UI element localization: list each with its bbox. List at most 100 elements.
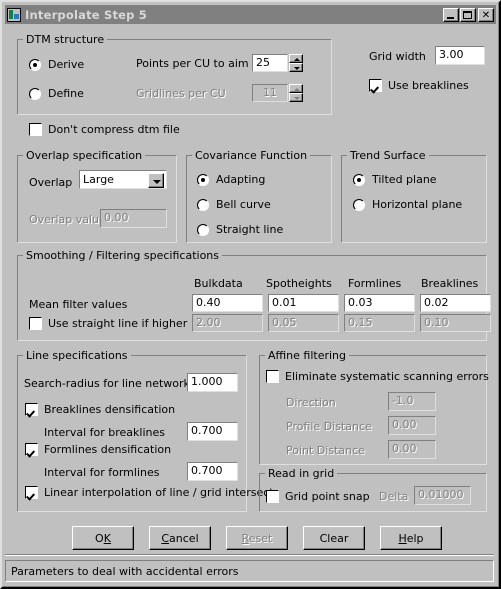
formlines-densification-checkbox[interactable] [25, 443, 38, 456]
gridlines-per-cu-input: 11 [252, 84, 288, 102]
direction-input: -1.0 [388, 392, 436, 411]
radio-define[interactable] [29, 88, 41, 100]
ok-button[interactable]: OK [72, 526, 134, 550]
dtm-structure-group [17, 39, 332, 115]
help-button[interactable]: Help [380, 526, 442, 550]
grid-point-snap-label: Grid point snap [285, 490, 370, 503]
points-per-cu-spinner[interactable] [289, 54, 303, 72]
straight-line-bulkdata-input: 2.00 [192, 314, 263, 332]
grid-point-snap-checkbox[interactable] [266, 490, 279, 503]
reset-button-post: eset [248, 531, 273, 545]
grid-width-input[interactable]: 3.00 [435, 46, 485, 65]
point-distance-label: Point Distance [286, 444, 365, 457]
straight-line-spotheights-input: 0.05 [268, 314, 339, 332]
dont-compress-checkbox[interactable] [29, 123, 42, 136]
linear-interpolation-label: Linear interpolation of line / grid inte… [44, 486, 274, 499]
radio-horizontal-plane[interactable] [353, 199, 365, 211]
overlap-dropdown[interactable]: Large [79, 170, 167, 189]
radio-tilted-plane-label: Tilted plane [372, 173, 437, 186]
column-header-breaklines: Breaklines [421, 277, 479, 290]
minimize-button[interactable] [443, 7, 459, 22]
gridlines-per-cu-spinner [289, 84, 303, 102]
mean-filter-spotheights-input[interactable]: 0.01 [268, 294, 339, 312]
column-header-spotheights: Spotheights [266, 277, 332, 290]
help-button-post: elp [406, 531, 424, 545]
overlap-value-label: Overlap value [29, 213, 106, 226]
mean-filter-formlines-input[interactable]: 0.03 [344, 294, 415, 312]
reset-button-accel: R [241, 531, 249, 545]
radio-straight-line-label: Straight line [216, 223, 284, 236]
search-radius-label: Search-radius for line networking [24, 377, 207, 390]
radio-define-label: Define [48, 87, 84, 100]
dtm-structure-legend: DTM structure [23, 34, 108, 45]
cancel-button[interactable]: Cancel [149, 526, 211, 550]
overlap-value-input: 0.00 [100, 209, 167, 228]
mean-filter-bulkdata-input[interactable]: 0.40 [192, 294, 263, 312]
interval-formlines-label: Interval for formlines [44, 466, 160, 479]
radio-horizontal-plane-label: Horizontal plane [372, 198, 463, 211]
read-in-grid-legend: Read in grid [265, 468, 338, 479]
cancel-button-post: ancel [169, 531, 199, 545]
column-header-bulkdata: Bulkdata [194, 277, 243, 290]
direction-label: Direction [286, 396, 336, 409]
radio-bell-curve[interactable] [197, 199, 209, 211]
interval-formlines-input[interactable]: 0.700 [187, 462, 238, 481]
use-breaklines-label: Use breaklines [388, 79, 469, 92]
straight-line-breaklines-input: 0.10 [420, 314, 491, 332]
profile-distance-label: Profile Distance [286, 420, 372, 433]
radio-straight-line[interactable] [197, 224, 209, 236]
ok-button-accel: K [103, 531, 111, 545]
dialog-window: Interpolate Step 5 ✕ DTM structure Deriv… [0, 0, 501, 589]
cancel-button-accel: C [161, 531, 170, 545]
points-per-cu-label: Points per CU to aim at [136, 57, 264, 70]
separator [5, 554, 494, 556]
straight-line-formlines-input: 0.15 [344, 314, 415, 332]
profile-distance-input: 0.00 [388, 416, 436, 435]
interval-breaklines-label: Interval for breaklines [44, 426, 165, 439]
window-client-area: Interpolate Step 5 ✕ DTM structure Deriv… [2, 2, 499, 587]
point-distance-input: 0.00 [388, 440, 436, 459]
reset-button: Reset [226, 526, 288, 550]
close-icon[interactable]: ✕ [478, 7, 494, 22]
ok-button-pre: O [95, 531, 104, 545]
maximize-button[interactable] [460, 7, 476, 22]
overlap-label: Overlap [29, 176, 73, 189]
clear-button[interactable]: Clear [303, 526, 365, 550]
delta-input: 0.01000 [414, 486, 471, 505]
eliminate-scanning-errors-checkbox[interactable] [266, 370, 279, 383]
radio-adapting-label: Adapting [216, 173, 266, 186]
line-specifications-legend: Line specifications [23, 350, 131, 361]
smoothing-filtering-legend: Smoothing / Filtering specifications [23, 250, 223, 261]
search-radius-input[interactable]: 1.000 [187, 373, 238, 392]
radio-derive[interactable] [29, 59, 41, 71]
radio-adapting[interactable] [197, 174, 209, 186]
column-header-formlines: Formlines [348, 277, 402, 290]
breaklines-densification-checkbox[interactable] [25, 403, 38, 416]
window-title: Interpolate Step 5 [25, 7, 147, 22]
use-straight-line-label: Use straight line if higher thar [48, 318, 191, 330]
eliminate-scanning-errors-label: Eliminate systematic scanning errors [285, 370, 489, 383]
grid-width-label: Grid width [369, 50, 426, 63]
interval-breaklines-input[interactable]: 0.700 [187, 422, 238, 441]
status-bar-text: Parameters to deal with accidental error… [11, 565, 239, 578]
points-per-cu-input[interactable]: 25 [252, 54, 288, 72]
formlines-densification-label: Formlines densification [44, 443, 172, 456]
mean-filter-breaklines-input[interactable]: 0.02 [420, 294, 491, 312]
help-button-accel: H [398, 531, 407, 545]
dont-compress-label: Don't compress dtm file [48, 123, 180, 136]
title-bar[interactable]: Interpolate Step 5 ✕ [5, 5, 496, 24]
radio-bell-curve-label: Bell curve [216, 198, 271, 211]
affine-filtering-legend: Affine filtering [265, 350, 349, 361]
linear-interpolation-checkbox[interactable] [25, 486, 38, 499]
clear-button-pre: Clear [319, 531, 349, 545]
breaklines-densification-label: Breaklines densification [44, 403, 176, 416]
delta-label: Delta [379, 490, 409, 503]
use-breaklines-checkbox[interactable] [369, 79, 382, 92]
radio-derive-label: Derive [48, 58, 85, 71]
use-straight-line-checkbox[interactable] [29, 317, 42, 330]
mean-filter-values-label: Mean filter values [29, 298, 128, 311]
radio-tilted-plane[interactable] [353, 174, 365, 186]
gridlines-per-cu-label: Gridlines per CU [136, 87, 226, 100]
trend-surface-legend: Trend Surface [347, 150, 429, 161]
covariance-function-legend: Covariance Function [192, 150, 311, 161]
